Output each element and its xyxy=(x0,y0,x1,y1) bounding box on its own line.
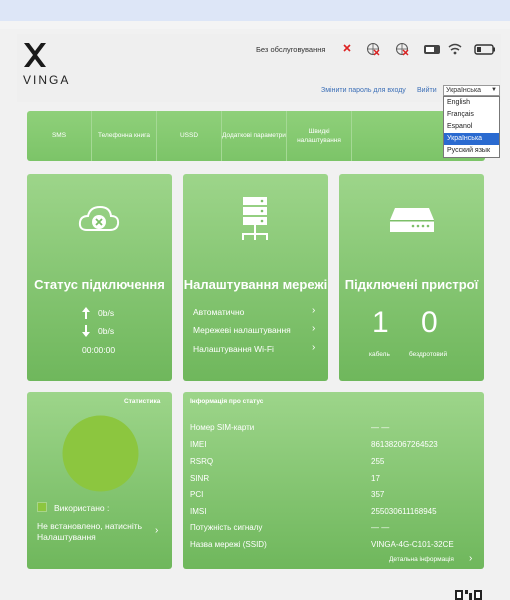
chevron-right-icon: › xyxy=(312,323,316,334)
sms-envelope-icon xyxy=(424,45,440,54)
arrow-down-icon xyxy=(82,325,90,337)
info-value: VINGA-4G-C101-32CE xyxy=(371,540,454,549)
vinga-logo-icon xyxy=(24,43,46,67)
language-select[interactable]: Українська ▼ xyxy=(443,85,500,96)
connection-time: 00:00:00 xyxy=(82,345,116,355)
info-value: 17 xyxy=(371,474,380,483)
server-icon xyxy=(242,197,268,240)
language-dropdown-list: English Français Espanol Українська Русс… xyxy=(443,96,500,158)
wifi-icon xyxy=(448,43,462,55)
logout-link[interactable]: Вийти xyxy=(417,87,437,94)
language-selected-value: Українська xyxy=(446,87,482,94)
info-value: — — xyxy=(371,423,390,432)
info-value: 255 xyxy=(371,457,385,466)
roaming-disconnected-icon xyxy=(396,43,409,56)
language-option[interactable]: English xyxy=(444,97,499,109)
router-icon xyxy=(390,208,434,232)
language-option[interactable]: Espanol xyxy=(444,121,499,133)
chevron-right-icon: › xyxy=(312,305,316,316)
used-legend-swatch xyxy=(37,502,47,512)
chevron-down-icon: ▼ xyxy=(491,87,497,93)
info-value: 861382067264523 xyxy=(371,440,438,449)
cloud-disconnected-icon xyxy=(78,205,120,231)
arrow-up-icon xyxy=(82,307,90,319)
used-label: Використано : xyxy=(54,503,110,513)
language-option[interactable]: Русский язык xyxy=(444,145,499,157)
connection-status-title: Статус підключення xyxy=(34,277,165,292)
internet-disconnected-icon xyxy=(367,43,380,56)
brand-name: VINGA xyxy=(23,73,71,87)
connection-status-card[interactable]: Статус підключення 0b/s 0b/s 00:00:00 xyxy=(27,174,172,381)
wireless-device-count: 0 xyxy=(421,306,438,339)
menu-item-advanced[interactable]: Додаткові параметри xyxy=(222,111,287,161)
info-label: Потужність сигналу xyxy=(190,523,263,532)
menu-item-sms[interactable]: SMS xyxy=(27,111,92,161)
language-option-selected[interactable]: Українська xyxy=(444,133,499,145)
stats-not-set-link[interactable]: Не встановлено, натисніть Налаштування xyxy=(37,521,159,544)
chevron-right-icon: › xyxy=(312,342,316,353)
info-label: Назва мережі (SSID) xyxy=(190,540,267,549)
network-settings-title: Налаштування мережі xyxy=(183,277,328,292)
chevron-right-icon: › xyxy=(155,525,159,536)
menu-item-phonebook[interactable]: Телефонна книга xyxy=(92,111,157,161)
info-value: 255030611168945 xyxy=(371,507,437,516)
detail-info-link[interactable]: Детальна інформація xyxy=(389,556,454,563)
statistics-card[interactable]: Статистика Використано : Не встановлено,… xyxy=(27,392,172,569)
info-label: Номер SIM-карти xyxy=(190,423,255,432)
browser-top-strip-lower xyxy=(0,21,510,29)
usage-pie-chart xyxy=(62,415,139,492)
main-menu: SMS Телефонна книга USSD Додаткові парам… xyxy=(27,111,485,161)
upload-speed: 0b/s xyxy=(98,308,115,318)
info-label: RSRQ xyxy=(190,457,214,466)
download-speed: 0b/s xyxy=(98,326,115,336)
sim-error-icon xyxy=(343,44,351,52)
info-label: IMEI xyxy=(190,440,207,449)
network-item-auto[interactable]: Автоматично xyxy=(193,307,244,317)
statistics-title: Статистика xyxy=(124,398,161,405)
info-label: IMSI xyxy=(190,507,207,516)
info-label: SINR xyxy=(190,474,210,483)
browser-top-strip xyxy=(0,0,510,21)
menu-item-quick-setup[interactable]: Швидкі налаштування xyxy=(287,111,352,161)
info-value: 357 xyxy=(371,490,385,499)
info-label: PCI xyxy=(190,490,204,499)
network-item-wifi[interactable]: Налаштування Wi-Fi xyxy=(193,344,274,354)
change-password-link[interactable]: Змінити пароль для входу xyxy=(321,87,406,94)
cable-device-count: 1 xyxy=(372,306,389,339)
status-info-title: Інформація про статус xyxy=(190,398,264,405)
language-option[interactable]: Français xyxy=(444,109,499,121)
connected-devices-card[interactable]: Підключені пристрої 1 0 кабель бездротов… xyxy=(339,174,484,381)
wireless-label: бездротовий xyxy=(409,351,448,358)
connected-devices-title: Підключені пристрої xyxy=(344,277,479,292)
network-item-settings[interactable]: Мережеві налаштування xyxy=(193,325,291,335)
cable-label: кабель xyxy=(369,351,390,358)
chevron-right-icon: › xyxy=(469,553,473,564)
battery-icon xyxy=(474,44,495,55)
menu-item-ussd[interactable]: USSD xyxy=(157,111,222,161)
network-settings-card[interactable]: Налаштування мережі Автоматично › Мереже… xyxy=(183,174,328,381)
service-status: Без обслуговування xyxy=(256,45,326,54)
info-value: — — xyxy=(371,523,390,532)
qr-code-icon xyxy=(455,590,482,600)
